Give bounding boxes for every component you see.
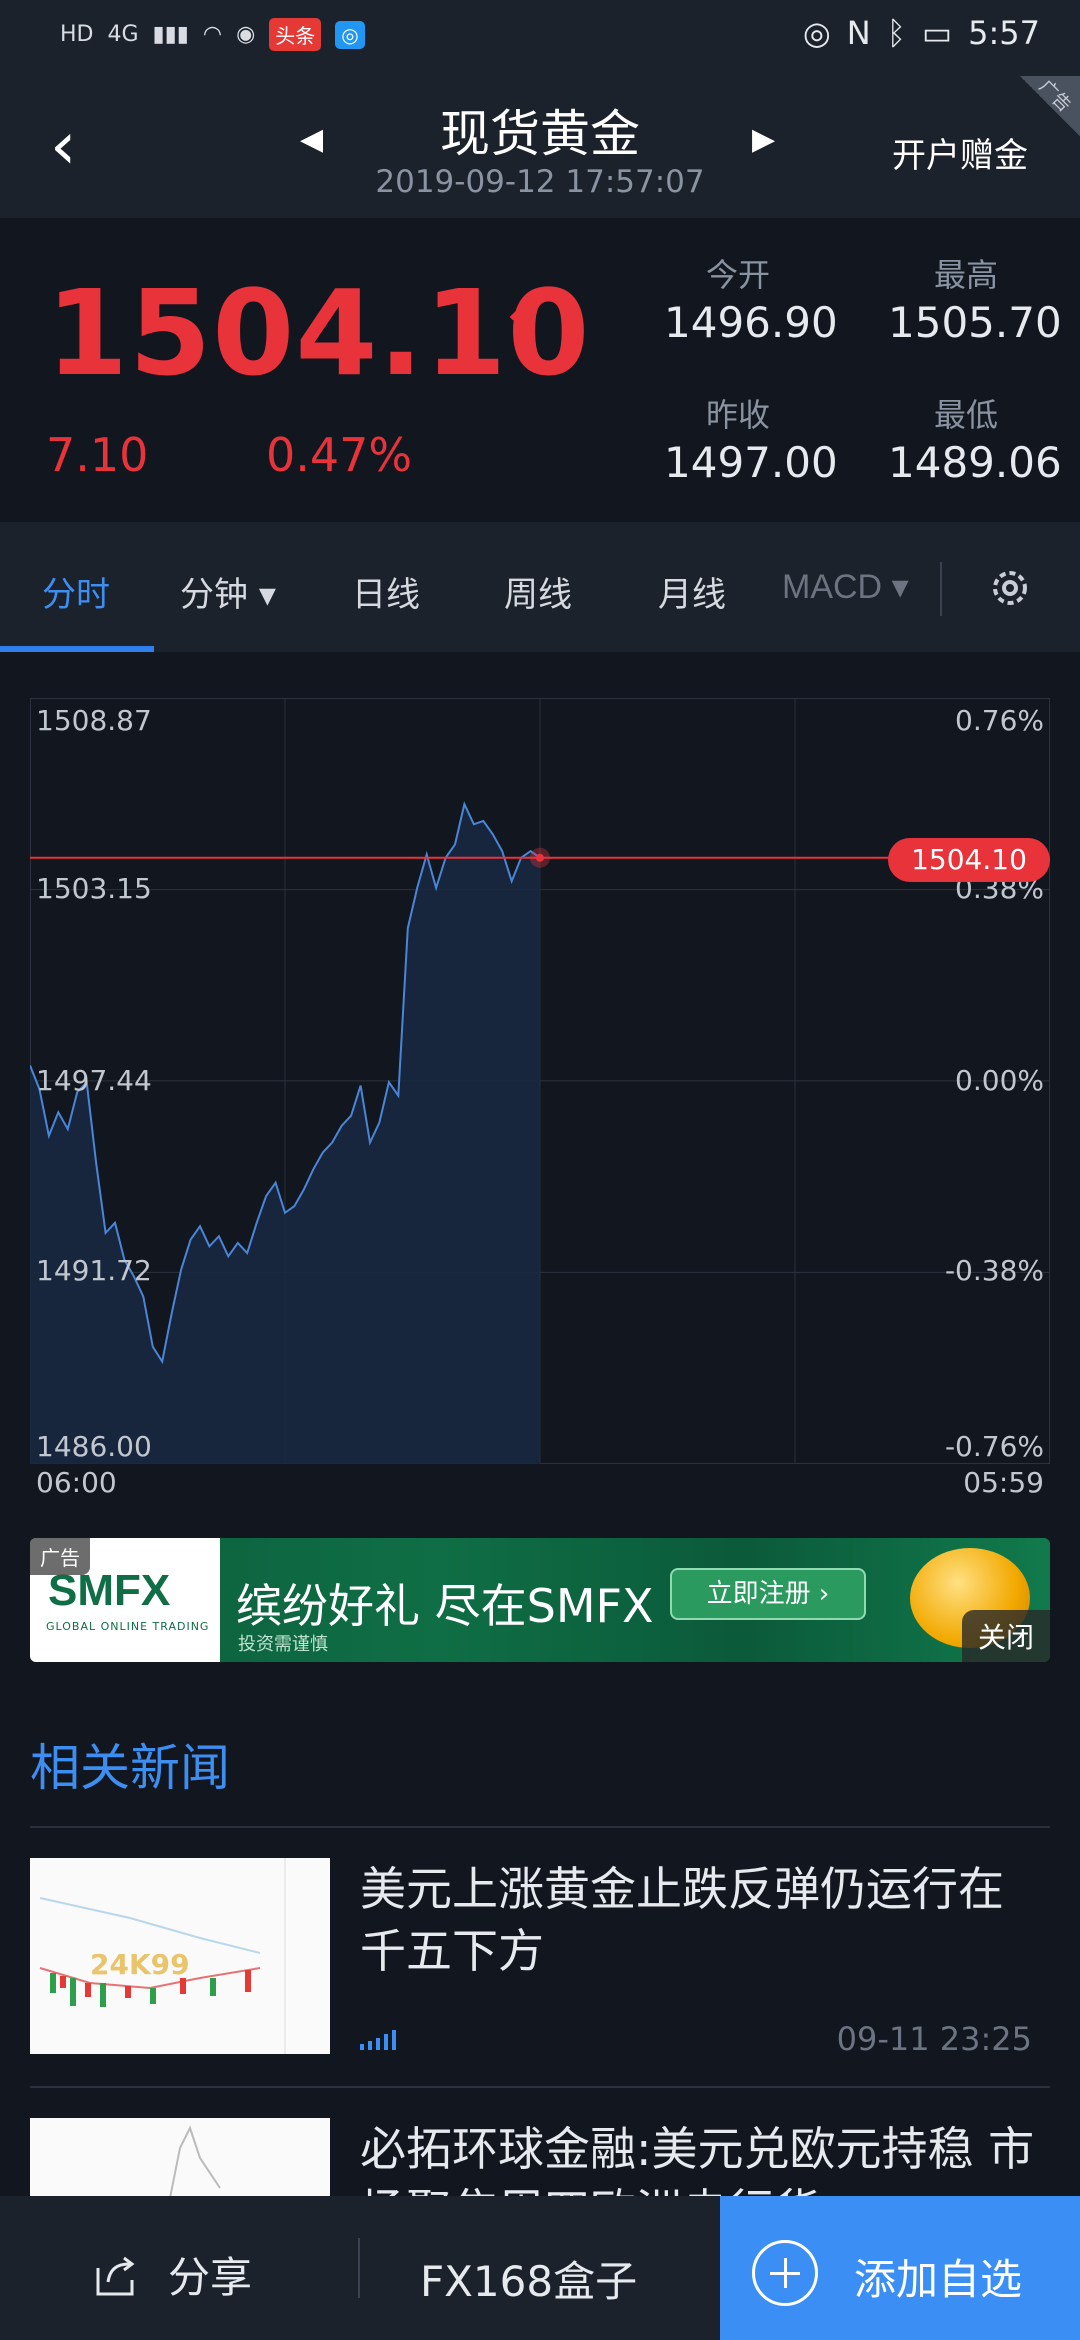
- nfc-icon: N: [846, 14, 871, 52]
- low-value: 1489.06: [888, 438, 1062, 487]
- bottom-action-bar: 分享 FX168盒子 添加自选: [0, 2196, 1080, 2340]
- high-label: 最高: [934, 256, 999, 294]
- register-button[interactable]: 立即注册 ›: [670, 1568, 866, 1620]
- current-price-tag: 1504.10: [888, 838, 1050, 882]
- news-section-title: 相关新闻: [30, 1739, 230, 1797]
- share-icon: [96, 2256, 135, 2295]
- price-change-percent: 0.47%: [266, 428, 413, 482]
- clock: 5:57: [968, 14, 1040, 52]
- location-icon: ◎: [335, 20, 365, 49]
- divider: [30, 1826, 1050, 1828]
- divider: [30, 2086, 1050, 2088]
- news-headline[interactable]: 美元上涨黄金止跌反弹仍运行在千五下方: [360, 1858, 1040, 1982]
- news-thumbnail: [30, 2118, 330, 2198]
- arrow-up-icon: ↑: [500, 298, 542, 356]
- share-label: 分享: [168, 2253, 253, 2302]
- y-tick-left-4: 1486.00: [36, 1430, 152, 1463]
- y-tick-left-1: 1503.15: [36, 872, 152, 905]
- plus-circle-icon: [752, 2240, 818, 2306]
- news-time: 09-11 23:25: [836, 2020, 1032, 2058]
- status-right: ◎ N ᛒ ▭ 5:57: [803, 14, 1040, 52]
- open-label: 今开: [706, 256, 771, 294]
- wifi-icon: ◠: [202, 22, 223, 47]
- y-tick-right-3: -0.38%: [944, 1254, 1044, 1287]
- status-bar: HD 4G ▮▮▮ ◠ ◉ 头条 ◎ ◎ N ᛒ ▭ 5:57: [0, 0, 1080, 76]
- tab-timeshare[interactable]: 分时: [42, 567, 110, 616]
- signal-bars-icon: [360, 2030, 396, 2050]
- caret-down-icon: ▾: [891, 568, 909, 606]
- x-tick-start: 06:00: [36, 1466, 117, 1499]
- timeshare-chart[interactable]: [30, 698, 1050, 1464]
- x-tick-end: 05:59: [963, 1466, 1044, 1499]
- share-button[interactable]: 分享: [90, 2244, 252, 2305]
- tab-weekly[interactable]: 周线: [504, 567, 572, 616]
- news-item[interactable]: 24K99 美元上涨黄金止跌反弹仍运行在千五下方 09-11 23:25: [30, 1858, 1050, 2058]
- tab-minute-label: 分钟: [180, 575, 248, 615]
- open-account-link[interactable]: 开户赠金: [892, 128, 1028, 177]
- prev-close-label: 昨收: [706, 396, 771, 434]
- network-label: 4G: [107, 22, 139, 47]
- open-value: 1496.90: [664, 298, 838, 347]
- signal-icon: ▮▮▮: [152, 22, 189, 47]
- low-label: 最低: [934, 396, 999, 434]
- caret-down-icon: ▾: [258, 575, 276, 615]
- bottom-divider: [358, 2238, 360, 2298]
- quote-panel: 1504.10 ↑ 7.10 0.47% 今开 1496.90 最高 1505.…: [0, 218, 1080, 522]
- price-change: 7.10: [46, 428, 149, 482]
- banner-text: 缤纷好礼 尽在SMFX: [236, 1579, 654, 1633]
- y-tick-left-2: 1497.44: [36, 1064, 152, 1097]
- wechat-icon: ◉: [236, 22, 256, 47]
- banner-close-button[interactable]: 关闭: [961, 1610, 1050, 1662]
- chart-canvas: [30, 698, 1050, 1464]
- current-point: [536, 853, 544, 862]
- high-value: 1505.70: [888, 298, 1062, 347]
- next-instrument-icon[interactable]: ▶: [752, 122, 775, 157]
- ad-banner[interactable]: SMFX GLOBAL ONLINE TRADING 广告 缤纷好礼 尽在SMF…: [30, 1538, 1050, 1662]
- ad-label: 广告: [30, 1538, 90, 1575]
- period-tabs: 分时 分钟 ▾ 日线 周线 月线 MACD ▾: [0, 522, 1080, 652]
- tab-divider: [940, 562, 942, 616]
- prev-close-value: 1497.00: [664, 438, 838, 487]
- y-tick-left-0: 1508.87: [36, 704, 152, 737]
- tab-daily[interactable]: 日线: [352, 567, 420, 616]
- y-tick-left-3: 1491.72: [36, 1254, 152, 1287]
- hd-icon: HD: [60, 22, 94, 47]
- bluetooth-icon: ᛒ: [886, 14, 906, 52]
- y-tick-right-0: 0.76%: [955, 704, 1044, 737]
- news-headline[interactable]: 必拓环球金融:美元兑欧元持稳 市场聚焦周四欧洲央行货: [360, 2118, 1040, 2198]
- ad-corner-label: 广告: [1034, 75, 1076, 117]
- settings-gear-icon[interactable]: [986, 564, 1034, 612]
- status-left: HD 4G ▮▮▮ ◠ ◉ 头条 ◎: [60, 18, 365, 51]
- add-watchlist-label: 添加自选: [854, 2255, 1023, 2304]
- battery-icon: ▭: [921, 14, 953, 52]
- thumbnail-watermark: 24K99: [90, 1948, 190, 1981]
- tab-monthly[interactable]: 月线: [658, 567, 726, 616]
- y-tick-right-2: 0.00%: [955, 1064, 1044, 1097]
- news-item[interactable]: 必拓环球金融:美元兑欧元持稳 市场聚焦周四欧洲央行货: [30, 2118, 1050, 2198]
- tab-indicator-label: MACD: [782, 568, 883, 606]
- ad-corner-badge: 广告: [1020, 76, 1080, 136]
- app-badge: 头条: [269, 18, 322, 51]
- tab-indicator[interactable]: MACD ▾: [782, 567, 909, 607]
- line-chart-thumbnail-icon: [30, 2118, 330, 2198]
- add-watchlist-button[interactable]: 添加自选: [720, 2196, 1080, 2340]
- smfx-logo-sub: GLOBAL ONLINE TRADING: [46, 1620, 210, 1633]
- y-tick-right-4: -0.76%: [944, 1430, 1044, 1463]
- fx168-box-button[interactable]: FX168盒子: [420, 2248, 637, 2309]
- news-thumbnail: 24K99: [30, 1858, 330, 2054]
- header: ‹ ◀ 现货黄金 ▶ 2019-09-12 17:57:07 开户赠金 广告: [0, 76, 1080, 218]
- tab-active-indicator: [0, 646, 154, 652]
- tab-minute[interactable]: 分钟 ▾: [180, 567, 276, 616]
- banner-disclaimer: 投资需谨慎: [238, 1634, 328, 1655]
- eye-icon: ◎: [802, 14, 831, 52]
